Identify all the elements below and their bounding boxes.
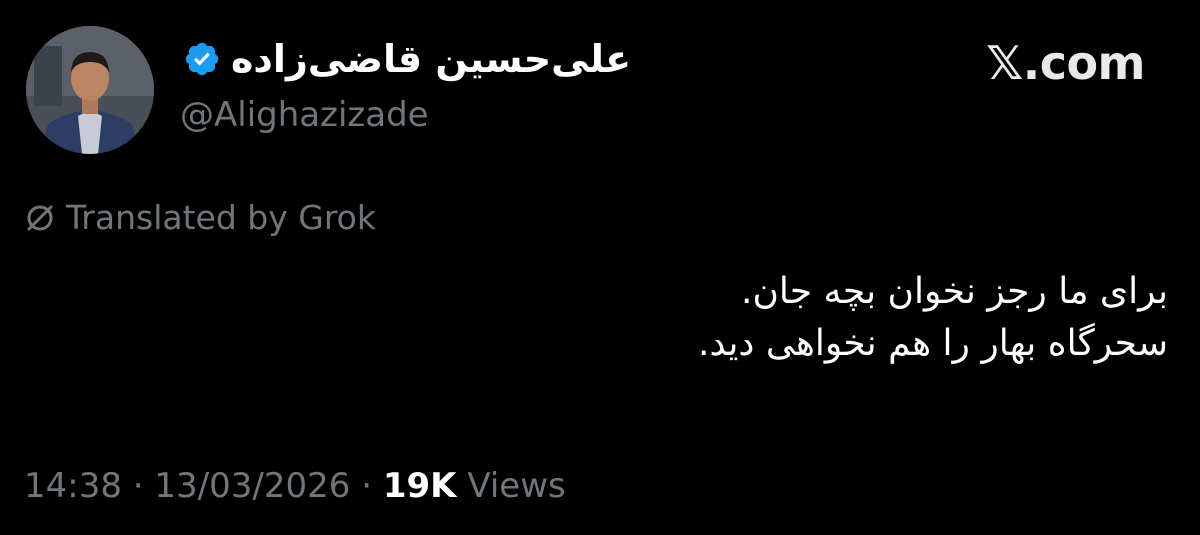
- tweet-line: سحرگاه بهار را هم نخواهی دید.: [698, 323, 1168, 364]
- meta-separator: ·: [350, 466, 383, 506]
- verified-badge-icon: [185, 42, 219, 76]
- translation-notice[interactable]: Translated by Grok: [24, 198, 376, 237]
- translate-slash-icon: [27, 205, 53, 230]
- tweet-text: برای ما رجز نخوان بچه جان. سحرگاه بهار ر…: [268, 266, 1168, 370]
- tweet-line: برای ما رجز نخوان بچه جان.: [741, 271, 1168, 312]
- tweet-metadata: 14:38 · 13/03/2026 · 19K Views: [24, 466, 566, 506]
- username-handle[interactable]: @Alighazizade: [180, 96, 429, 134]
- meta-separator: ·: [121, 466, 155, 506]
- timestamp-time[interactable]: 14:38: [24, 466, 122, 506]
- display-name-text: علی‌حسین قاضی‌زاده: [231, 37, 632, 81]
- views-count: 19K: [382, 466, 457, 506]
- avatar[interactable]: [26, 26, 154, 154]
- translation-notice-label: Translated by Grok: [66, 198, 376, 237]
- display-name[interactable]: علی‌حسین قاضی‌زاده: [183, 40, 631, 78]
- brand-logo: 𝕏.com: [986, 36, 1145, 90]
- views-label: Views: [467, 466, 566, 506]
- timestamp-date[interactable]: 13/03/2026: [154, 466, 350, 506]
